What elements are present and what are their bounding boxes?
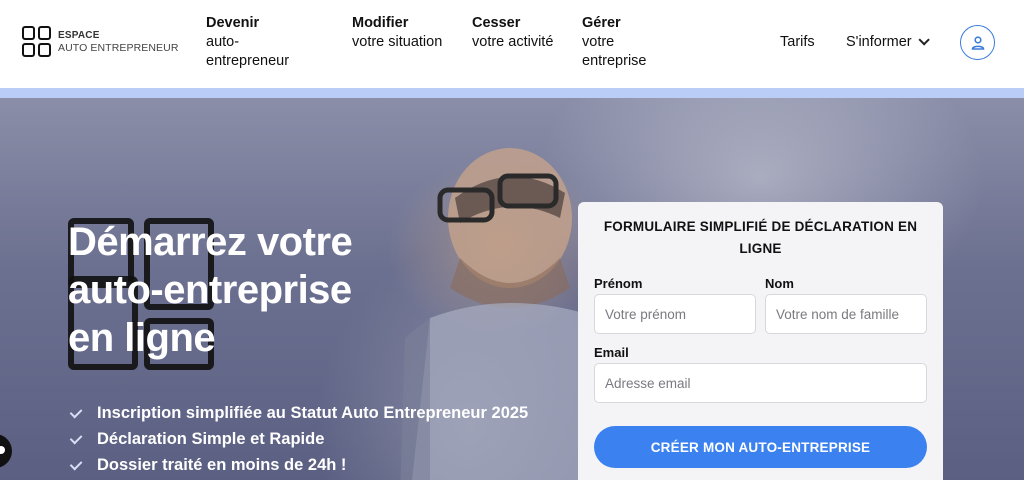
logo-mark-icon xyxy=(22,26,52,58)
form-title: FORMULAIRE SIMPLIFIÉ DE DÉCLARATION EN L… xyxy=(603,219,918,256)
check-icon xyxy=(69,457,83,470)
nav-link-tarifs[interactable]: Tarifs xyxy=(780,34,815,50)
nav-item-subtitle: auto-entrepreneur xyxy=(206,34,290,69)
nav-dropdown-label: S'informer xyxy=(846,34,912,50)
nav-item-subtitle: votre activité xyxy=(472,34,554,50)
nom-label: Nom xyxy=(765,276,794,291)
nav-item-title: Cesser xyxy=(472,15,521,31)
nom-input[interactable] xyxy=(765,294,927,334)
user-icon xyxy=(971,35,984,50)
chat-icon[interactable] xyxy=(0,434,12,468)
account-button[interactable] xyxy=(960,25,995,60)
feature-item: Inscription simplifiée au Statut Auto En… xyxy=(69,400,529,426)
signup-form: FORMULAIRE SIMPLIFIÉ DE DÉCLARATION EN L… xyxy=(578,202,943,480)
hero-title-line-1: Démarrez votre xyxy=(68,220,353,264)
site-logo[interactable]: ESPACE AUTO ENTREPRENEUR xyxy=(22,26,179,58)
create-business-button[interactable]: CRÉER MON AUTO-ENTREPRISE xyxy=(594,426,927,468)
nav-item-gerer[interactable]: Gérer votre entreprise xyxy=(582,14,682,71)
logo-square-green xyxy=(38,26,51,40)
nav-item-title: Modifier xyxy=(352,15,409,31)
site-header: ESPACE AUTO ENTREPRENEUR Devenir auto-en… xyxy=(0,0,1024,88)
prenom-input[interactable] xyxy=(594,294,756,334)
nav-item-title: Devenir xyxy=(206,15,260,31)
logo-square-blue xyxy=(38,43,51,57)
nav-item-modifier[interactable]: Modifier votre situation xyxy=(352,14,452,52)
prenom-label: Prénom xyxy=(594,276,643,291)
chevron-down-icon xyxy=(918,34,930,46)
email-input[interactable] xyxy=(594,363,927,403)
feature-text: Inscription simplifiée au Statut Auto En… xyxy=(97,403,529,422)
hero-title-line-3: en ligne xyxy=(68,316,216,360)
feature-text: Dossier traité en moins de 24h ! xyxy=(97,455,347,474)
hero-title: Démarrez votre auto-entreprise en ligne xyxy=(68,218,448,362)
logo-square-red xyxy=(22,26,35,40)
nav-dropdown-sinformer[interactable]: S'informer xyxy=(846,34,930,50)
check-icon xyxy=(69,431,83,444)
logo-text: ESPACE AUTO ENTREPRENEUR xyxy=(58,29,179,55)
header-divider xyxy=(0,88,1024,98)
feature-text: Déclaration Simple et Rapide xyxy=(97,429,325,448)
logo-line-2: AUTO ENTREPRENEUR xyxy=(58,42,179,54)
nav-item-devenir[interactable]: Devenir auto-entrepreneur xyxy=(206,14,306,71)
email-label: Email xyxy=(594,345,629,360)
nav-item-cesser[interactable]: Cesser votre activité xyxy=(472,14,572,52)
nav-item-subtitle: votre entreprise xyxy=(582,34,647,69)
nav-item-title: Gérer xyxy=(582,15,621,31)
feature-item: Déclaration Simple et Rapide xyxy=(69,426,528,452)
logo-line-1: ESPACE xyxy=(58,30,100,41)
check-icon xyxy=(69,405,83,418)
feature-item: Dossier traité en moins de 24h ! xyxy=(69,452,528,478)
logo-square-yellow xyxy=(22,43,35,57)
feature-list: Inscription simplifiée au Statut Auto En… xyxy=(69,400,529,478)
nav-item-subtitle: votre situation xyxy=(352,34,443,50)
hero-title-line-2: auto-entreprise xyxy=(68,268,352,312)
hero-section: Démarrez votre auto-entreprise en ligne … xyxy=(0,98,1024,480)
